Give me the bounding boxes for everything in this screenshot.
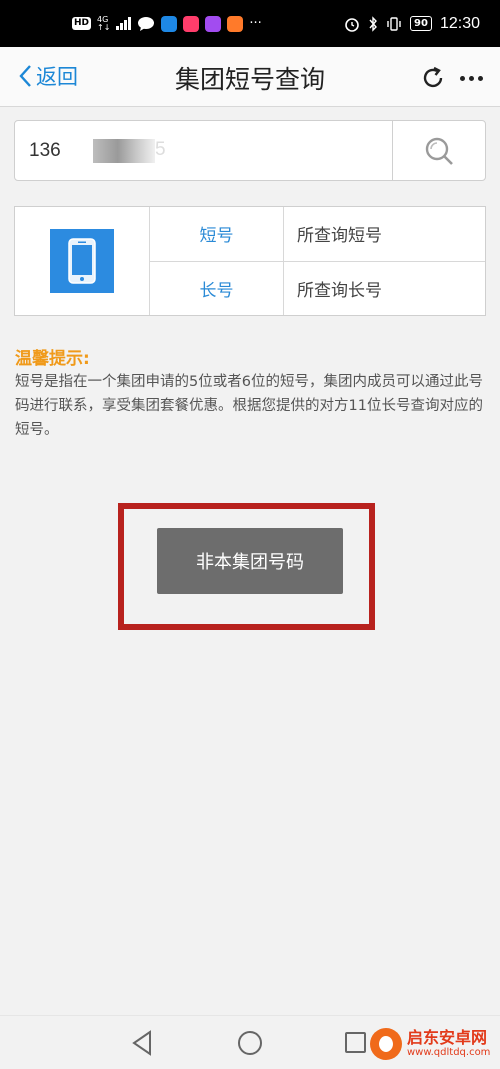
- refresh-button[interactable]: [420, 65, 446, 95]
- more-notifications-icon: ···: [249, 16, 262, 31]
- more-dot: [469, 75, 474, 81]
- watermark-text: 启东安卓网 www.qdltdq.com: [407, 1029, 490, 1059]
- app-notification-icon-3: [205, 15, 222, 32]
- search-icon: [425, 137, 453, 165]
- nav-bar: 返回 集团短号查询: [0, 47, 500, 107]
- more-button[interactable]: [460, 65, 483, 91]
- alarm-icon: [345, 17, 359, 32]
- tip-title: 温馨提示:: [15, 349, 90, 369]
- triangle-back-icon: [132, 1030, 151, 1056]
- tip-body: 短号是指在一个集团申请的5位或者6位的短号，集团内成员可以通过此号码进行联系，享…: [15, 374, 483, 438]
- status-right: 90 12:30: [344, 15, 480, 33]
- system-back-button[interactable]: [131, 1030, 153, 1060]
- app-notification-icon-4: [227, 15, 244, 32]
- result-table: 短号 所查询短号 长号 所查询长号: [14, 206, 486, 316]
- bluetooth-icon: [369, 15, 377, 32]
- vibrate-icon: [387, 16, 401, 31]
- not-group-number-button[interactable]: 非本集团号码: [157, 528, 343, 594]
- long-number-value: 所查询长号: [297, 280, 382, 301]
- watermark-name: 启东安卓网: [407, 1028, 488, 1047]
- search-button[interactable]: [392, 121, 485, 180]
- table-row: 短号 所查询短号: [150, 207, 485, 261]
- status-time: 12:30: [439, 14, 480, 32]
- network-indicator: 4G ↑↓: [97, 15, 111, 32]
- short-number-value: 所查询短号: [297, 226, 382, 247]
- result-rows: 短号 所查询短号 长号 所查询长号: [150, 207, 485, 315]
- refresh-icon: [423, 66, 443, 88]
- battery-icon: 90: [410, 16, 432, 31]
- table-row: 长号 所查询长号: [150, 260, 485, 315]
- long-number-label: 长号: [150, 261, 284, 315]
- watermark-logo-icon: [370, 1028, 402, 1060]
- more-dot: [460, 75, 465, 81]
- status-bar: HD 4G ↑↓ ··· 90 12:30: [0, 0, 500, 47]
- phone-icon: [68, 238, 96, 284]
- chat-icon: [138, 16, 155, 31]
- search-input[interactable]: [15, 121, 392, 180]
- search-box: 5: [14, 120, 486, 181]
- result-icon-cell: [15, 207, 150, 315]
- hd-badge: HD: [72, 17, 92, 30]
- status-left: HD 4G ↑↓ ···: [72, 15, 262, 32]
- system-recents-button[interactable]: [345, 1032, 366, 1053]
- network-arrows: ↑↓: [97, 22, 111, 32]
- app-notification-icon-2: [183, 15, 200, 32]
- masked-number: 5: [155, 139, 166, 160]
- app-notification-icon-1: [161, 15, 178, 32]
- phone-tile: [50, 229, 114, 293]
- signal-icon: [116, 17, 132, 30]
- watermark: 启东安卓网 www.qdltdq.com: [370, 1028, 490, 1060]
- watermark-url: www.qdltdq.com: [407, 1047, 491, 1058]
- short-number-label: 短号: [150, 207, 284, 261]
- system-home-button[interactable]: [238, 1031, 262, 1055]
- privacy-blur: [93, 139, 155, 163]
- more-dot: [478, 75, 483, 81]
